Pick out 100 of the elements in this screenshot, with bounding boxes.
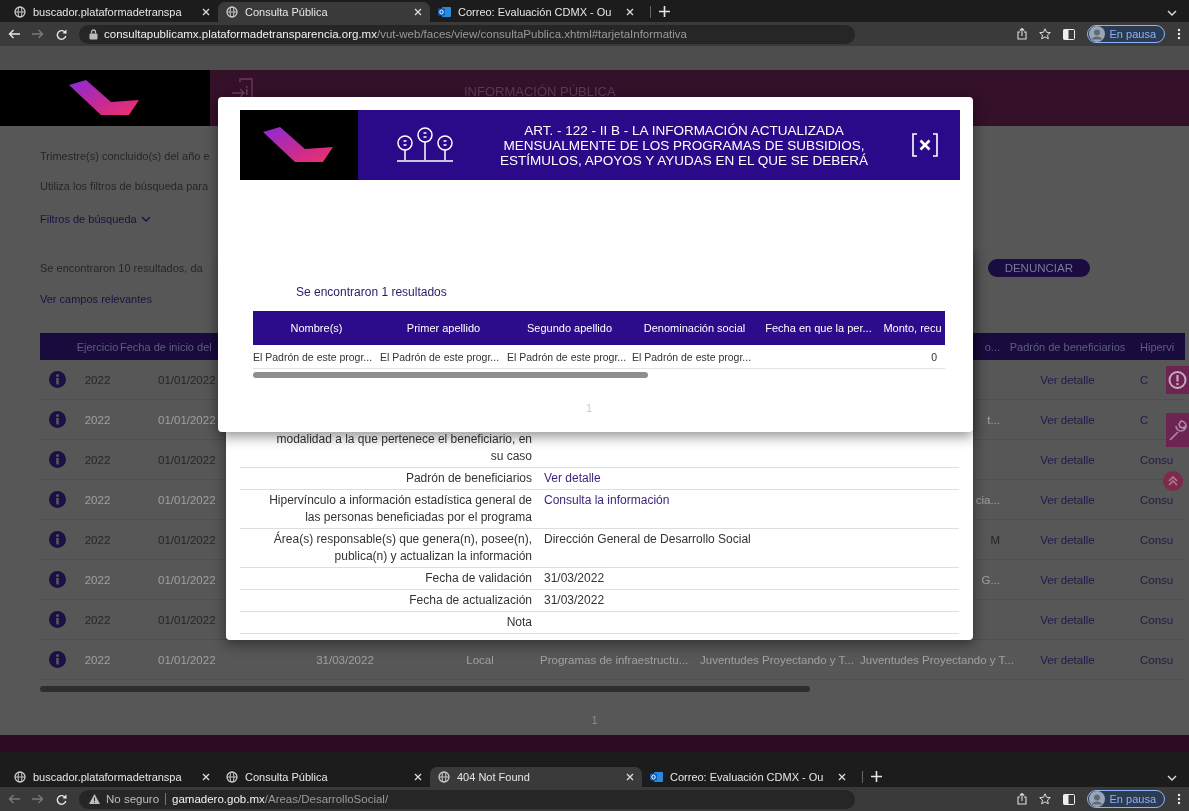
tab-close-icon[interactable] bbox=[202, 773, 210, 781]
scrollbar[interactable] bbox=[40, 686, 810, 692]
scroll-top-icon[interactable] bbox=[1163, 471, 1183, 491]
tab-close-icon[interactable] bbox=[414, 8, 422, 16]
info-link[interactable]: C bbox=[1140, 373, 1149, 386]
info-icon[interactable] bbox=[49, 531, 66, 548]
detail-link[interactable]: Ver detalle bbox=[1040, 573, 1095, 586]
column-header: Ejercicio bbox=[76, 340, 119, 353]
detail-link[interactable]: Ver detalle bbox=[1040, 413, 1095, 426]
reload-icon[interactable] bbox=[56, 793, 67, 805]
logo bbox=[69, 80, 141, 116]
table-cell: Juventudes Proyectando y T... bbox=[860, 653, 1014, 666]
table-cell: 01/01/2022 bbox=[158, 493, 216, 506]
close-icon[interactable] bbox=[912, 133, 938, 157]
field-value: 31/03/2022 bbox=[544, 571, 605, 585]
detail-link[interactable]: Ver detalle bbox=[1040, 613, 1095, 626]
info-icon[interactable] bbox=[49, 651, 66, 668]
info-link[interactable]: C bbox=[1140, 413, 1149, 426]
info-icon[interactable] bbox=[49, 411, 66, 428]
alert-icon[interactable] bbox=[1166, 366, 1189, 394]
tab-close-icon[interactable] bbox=[626, 773, 634, 781]
security-label: No seguro bbox=[106, 793, 160, 805]
detail-link[interactable]: Ver detalle bbox=[1040, 653, 1095, 666]
menu-icon[interactable] bbox=[1177, 793, 1181, 805]
browser-tab[interactable]: buscador.plataformadetranspa bbox=[6, 2, 218, 22]
money-tree-icon bbox=[394, 126, 456, 164]
info-link[interactable]: Consu bbox=[1140, 453, 1174, 466]
info-icon[interactable] bbox=[49, 571, 66, 588]
globe-icon bbox=[438, 771, 450, 783]
table-cell: El Padrón de este progr... bbox=[380, 350, 500, 363]
column-header: Padrón de beneficiarios bbox=[1009, 340, 1126, 353]
column-header: o... bbox=[984, 340, 1000, 353]
info-link[interactable]: Consu bbox=[1140, 573, 1174, 586]
tab-close-icon[interactable] bbox=[202, 8, 210, 16]
new-tab-icon[interactable] bbox=[659, 6, 670, 17]
reload-icon[interactable] bbox=[56, 28, 67, 40]
detail-link[interactable]: Ver detalle bbox=[1040, 493, 1095, 506]
share-icon[interactable] bbox=[1016, 28, 1027, 40]
profile-button[interactable]: En pausa bbox=[1086, 790, 1165, 808]
field-link[interactable]: Ver detalle bbox=[544, 471, 601, 485]
tab-close-icon[interactable] bbox=[838, 773, 846, 781]
browser-tab[interactable]: Correo: Evaluación CDMX - Ou bbox=[430, 2, 642, 22]
dialog-title: ART. - 122 - II B - LA INFORMACIÓN ACTUALIZADA MENSUALMENTE DE LOS PROGRAMAS DE SUBSIDIOS, ESTÍMULOS, APOYOS Y AYUDAS EN EL QUE SE DEBERÁ bbox=[499, 122, 869, 168]
star-icon[interactable] bbox=[1038, 793, 1051, 805]
menu-icon[interactable] bbox=[1177, 28, 1181, 40]
table-cell: 31/03/2022 bbox=[316, 653, 374, 666]
browser-tab[interactable]: Consulta Pública bbox=[218, 2, 430, 22]
table-cell: El Padrón de este progr... bbox=[632, 350, 752, 363]
scrollbar[interactable] bbox=[253, 372, 648, 378]
table-cell: 0 bbox=[931, 350, 937, 363]
table-cell: 2022 bbox=[84, 413, 111, 426]
table-cell: 2022 bbox=[84, 573, 111, 586]
globe-icon bbox=[14, 6, 26, 18]
globe-icon bbox=[14, 771, 26, 783]
browser-tab[interactable]: Correo: Evaluación CDMX - Ou bbox=[642, 767, 854, 787]
report-button[interactable]: DENUNCIAR bbox=[987, 259, 1090, 277]
share-icon[interactable] bbox=[1016, 793, 1027, 805]
browser-tab[interactable]: Consulta Pública bbox=[218, 767, 430, 787]
info-link[interactable]: Consu bbox=[1140, 613, 1174, 626]
info-icon[interactable] bbox=[49, 451, 66, 468]
tab-close-icon[interactable] bbox=[626, 8, 634, 16]
lock-icon bbox=[89, 28, 98, 40]
table-cell: 2022 bbox=[84, 493, 111, 506]
info-link[interactable]: Consu bbox=[1140, 493, 1174, 506]
relevant-fields-link[interactable]: Ver campos relevantes bbox=[40, 293, 152, 305]
address-field[interactable]: consultapublicamx.plataformadetransparencia.org.mx/vut-web/faces/view/consultaPublica.xhtml#tarjetaInformativa bbox=[79, 24, 855, 44]
table-cell: 01/01/2022 bbox=[158, 653, 216, 666]
field-label: Hipervínculo a información estadística general de las personas beneficiadas por el programa bbox=[269, 493, 532, 524]
info-link[interactable]: Consu bbox=[1140, 653, 1174, 666]
table-cell: cia... bbox=[975, 493, 1000, 506]
field-value: Dirección General de Desarrollo Social bbox=[544, 532, 751, 546]
sidebar-icon[interactable] bbox=[1062, 28, 1075, 40]
field-label: Nota bbox=[506, 615, 532, 629]
browser-tab[interactable]: 404 Not Found bbox=[430, 767, 642, 787]
avatar-icon bbox=[1088, 26, 1105, 42]
info-icon[interactable] bbox=[49, 371, 66, 388]
info-icon[interactable] bbox=[49, 491, 66, 508]
address-field[interactable]: No seguro gamadero.gob.mx/Areas/DesarrolloSocial/ bbox=[79, 789, 855, 809]
avatar-icon bbox=[1088, 791, 1105, 807]
profile-button[interactable]: En pausa bbox=[1086, 25, 1165, 43]
field-label: Fecha de validación bbox=[425, 571, 532, 585]
field-link[interactable]: Consulta la información bbox=[544, 493, 670, 507]
detail-link[interactable]: Ver detalle bbox=[1040, 453, 1095, 466]
new-tab-icon[interactable] bbox=[871, 771, 882, 782]
table-cell: El Padrón de este progr... bbox=[507, 350, 627, 363]
info-icon[interactable] bbox=[49, 611, 66, 628]
detail-link[interactable]: Ver detalle bbox=[1040, 533, 1095, 546]
browser-tab[interactable]: buscador.plataformadetranspa bbox=[6, 767, 218, 787]
detail-link[interactable]: Ver detalle bbox=[1040, 373, 1095, 386]
sidebar-icon[interactable] bbox=[1062, 793, 1075, 805]
field-label: Padrón de beneficiarios bbox=[405, 471, 532, 485]
info-link[interactable]: Consu bbox=[1140, 533, 1174, 546]
field-value: 31/03/2022 bbox=[544, 593, 605, 607]
filters-toggle[interactable]: Filtros de búsqueda bbox=[40, 211, 137, 227]
table-cell: 2022 bbox=[84, 653, 111, 666]
table-cell: G... bbox=[981, 573, 1000, 586]
tab-close-icon[interactable] bbox=[414, 773, 422, 781]
mail-app-icon bbox=[438, 6, 451, 18]
field-label: Área(s) responsable(s) que genera(n), posee(n), publica(n) y actualizan la información bbox=[273, 532, 532, 563]
star-icon[interactable] bbox=[1038, 28, 1051, 40]
